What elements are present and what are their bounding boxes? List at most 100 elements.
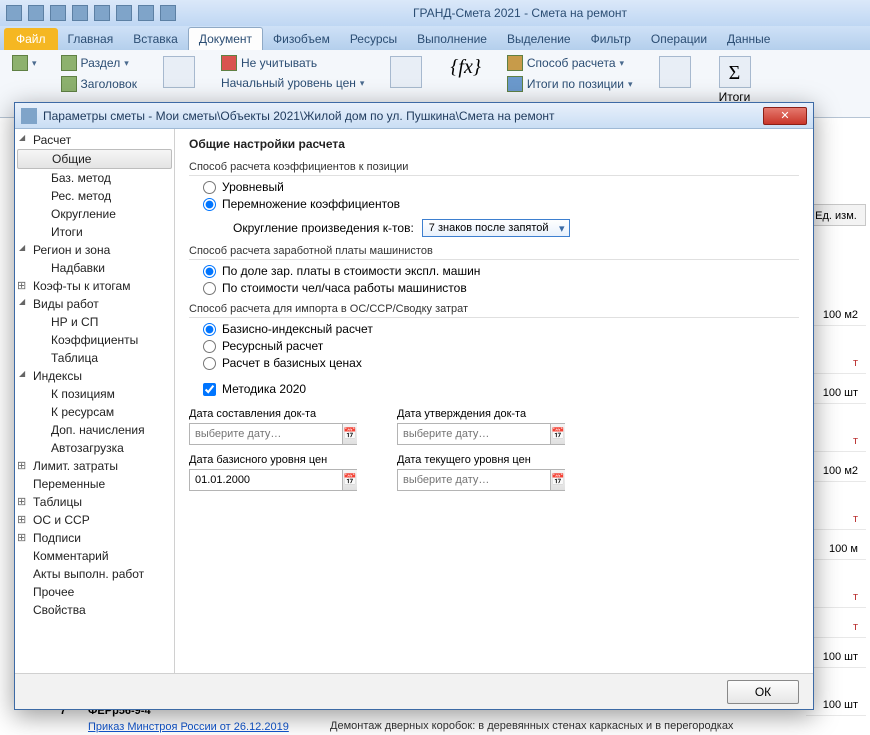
tree-node[interactable]: Свойства bbox=[15, 601, 174, 619]
tree-node[interactable]: Таблица bbox=[15, 349, 174, 367]
radio-chelchas[interactable]: По стоимости чел/часа работы машинистов bbox=[203, 281, 799, 295]
grid-cell-units: 100 шт bbox=[806, 694, 866, 716]
grid-cell-units: 100 шт bbox=[806, 646, 866, 668]
tree-node[interactable]: К позициям bbox=[15, 385, 174, 403]
grid-cell-units: т bbox=[806, 586, 866, 608]
app-title: ГРАНД-Смета 2021 - Смета на ремонт bbox=[176, 6, 864, 20]
grid-cell-units: т bbox=[806, 430, 866, 452]
tab-data[interactable]: Данные bbox=[717, 28, 780, 50]
radio-urovnevy[interactable]: Уровневый bbox=[203, 180, 799, 194]
date4-label: Дата текущего уровня цен bbox=[397, 454, 565, 466]
tree-node[interactable]: Баз. метод bbox=[15, 169, 174, 187]
grid-cell-units: 100 м bbox=[806, 538, 866, 560]
calendar-icon[interactable]: 📅 bbox=[550, 470, 565, 490]
tree-node[interactable]: К ресурсам bbox=[15, 403, 174, 421]
tree-node[interactable]: Коэф-ты к итогам bbox=[15, 277, 174, 295]
btn-plus[interactable] bbox=[8, 54, 41, 72]
tab-document[interactable]: Документ bbox=[188, 27, 263, 50]
tree-node[interactable]: Прочее bbox=[15, 583, 174, 601]
radio-peremnozhenie[interactable]: Перемножение коэффициентов bbox=[203, 197, 799, 211]
tree-node[interactable]: Индексы bbox=[15, 367, 174, 385]
radio-bazis-cena[interactable]: Расчет в базисных ценах bbox=[203, 356, 799, 370]
dialog-close-button[interactable]: ✕ bbox=[763, 107, 807, 125]
grid-cell-units: т bbox=[806, 508, 866, 530]
qat-icon[interactable] bbox=[94, 5, 110, 21]
tree-node[interactable]: Рес. метод bbox=[15, 187, 174, 205]
tree-node[interactable]: Комментарий bbox=[15, 547, 174, 565]
tree-node[interactable]: Виды работ bbox=[15, 295, 174, 313]
grid-cell-units: т bbox=[806, 616, 866, 638]
tab-filter[interactable]: Фильтр bbox=[581, 28, 641, 50]
qat-icon[interactable] bbox=[72, 5, 88, 21]
settings-tree: РасчетОбщиеБаз. методРес. методОкруглени… bbox=[15, 129, 175, 673]
params-dialog: Параметры сметы - Мои сметы\Объекты 2021… bbox=[14, 102, 814, 710]
ok-button[interactable]: ОК bbox=[727, 680, 799, 704]
okr-select[interactable]: 7 знаков после запятой bbox=[422, 219, 570, 237]
btn-zagolovok-label: Заголовок bbox=[81, 77, 137, 91]
btn-sposob[interactable]: Способ расчета bbox=[503, 54, 637, 72]
qat-icon[interactable] bbox=[160, 5, 176, 21]
tree-node[interactable]: Округление bbox=[15, 205, 174, 223]
tree-node[interactable]: Доп. начисления bbox=[15, 421, 174, 439]
tab-ops[interactable]: Операции bbox=[641, 28, 717, 50]
tree-node[interactable]: Переменные bbox=[15, 475, 174, 493]
btn-nach-uroven[interactable]: Начальный уровень цен bbox=[217, 75, 368, 91]
btn-zagolovok[interactable]: Заголовок bbox=[57, 75, 141, 93]
qat-icon[interactable] bbox=[28, 5, 44, 21]
qat-icon[interactable] bbox=[138, 5, 154, 21]
tree-node[interactable]: Надбавки bbox=[15, 259, 174, 277]
tree-node[interactable]: Подписи bbox=[15, 529, 174, 547]
qat-icon[interactable] bbox=[116, 5, 132, 21]
btn-itogi-poz-label: Итоги по позиции bbox=[527, 77, 624, 91]
date3-input[interactable]: 📅 bbox=[189, 469, 357, 491]
tree-node[interactable]: Расчет bbox=[15, 131, 174, 149]
btn-razdel[interactable]: Раздел bbox=[57, 54, 141, 72]
radio-resursny[interactable]: Ресурсный расчет bbox=[203, 339, 799, 353]
row-prikaz-link[interactable]: Приказ Минстроя России от 26.12.2019 bbox=[88, 721, 289, 733]
btn-itogi[interactable]: ΣИтоги bbox=[713, 54, 757, 106]
calendar-icon[interactable]: 📅 bbox=[342, 424, 357, 444]
date2-label: Дата утверждения док-та bbox=[397, 408, 565, 420]
btn-grid[interactable] bbox=[384, 54, 428, 90]
tree-node[interactable]: Таблицы bbox=[15, 493, 174, 511]
tree-node[interactable]: НР и СП bbox=[15, 313, 174, 331]
date1-input[interactable]: 📅 bbox=[189, 423, 357, 445]
tab-select[interactable]: Выделение bbox=[497, 28, 581, 50]
tree-node[interactable]: Лимит. затраты bbox=[15, 457, 174, 475]
tree-node[interactable]: Общие bbox=[17, 149, 172, 169]
checkbox-metodika2020[interactable]: Методика 2020 bbox=[203, 382, 799, 396]
tab-insert[interactable]: Вставка bbox=[123, 28, 188, 50]
tree-node[interactable]: Коэффициенты bbox=[15, 331, 174, 349]
tab-physvol[interactable]: Физобъем bbox=[263, 28, 340, 50]
btn-fx[interactable]: {fx} bbox=[444, 54, 486, 81]
okr-label: Округление произведения к-тов: bbox=[233, 221, 414, 235]
file-tab[interactable]: Файл bbox=[4, 28, 58, 50]
qat-icon[interactable] bbox=[50, 5, 66, 21]
date4-input[interactable]: 📅 bbox=[397, 469, 565, 491]
radio-dole[interactable]: По доле зар. платы в стоимости экспл. ма… bbox=[203, 264, 799, 278]
btn-params[interactable] bbox=[653, 54, 697, 90]
btn-ne-uchityvat[interactable]: Не учитывать bbox=[217, 54, 368, 72]
tab-exec[interactable]: Выполнение bbox=[407, 28, 497, 50]
section-3-label: Способ расчета для импорта в ОС/ССР/Свод… bbox=[189, 303, 799, 318]
tree-node[interactable]: Регион и зона bbox=[15, 241, 174, 259]
ribbon-tabs: Файл Главная Вставка Документ Физобъем Р… bbox=[0, 26, 870, 50]
tree-node[interactable]: Акты выполн. работ bbox=[15, 565, 174, 583]
btn-sposob-label: Способ расчета bbox=[527, 56, 616, 70]
tree-node[interactable]: Автозагрузка bbox=[15, 439, 174, 457]
date2-input[interactable]: 📅 bbox=[397, 423, 565, 445]
btn-search[interactable] bbox=[157, 54, 201, 90]
tab-resources[interactable]: Ресурсы bbox=[340, 28, 407, 50]
section-1-label: Способ расчета коэффициентов к позиции bbox=[189, 161, 799, 176]
tree-node[interactable]: Итоги bbox=[15, 223, 174, 241]
grid-cell-units: 100 м2 bbox=[806, 304, 866, 326]
calendar-icon[interactable]: 📅 bbox=[550, 424, 565, 444]
qat-icon[interactable] bbox=[6, 5, 22, 21]
radio-bazisno-index[interactable]: Базисно-индексный расчет bbox=[203, 322, 799, 336]
calendar-icon[interactable]: 📅 bbox=[342, 470, 357, 490]
col-header-units: Ед. изм. bbox=[806, 204, 866, 226]
btn-nach-uroven-label: Начальный уровень цен bbox=[221, 76, 356, 90]
tree-node[interactable]: ОС и ССР bbox=[15, 511, 174, 529]
tab-main[interactable]: Главная bbox=[58, 28, 124, 50]
btn-itogi-poz[interactable]: Итоги по позиции bbox=[503, 75, 637, 93]
